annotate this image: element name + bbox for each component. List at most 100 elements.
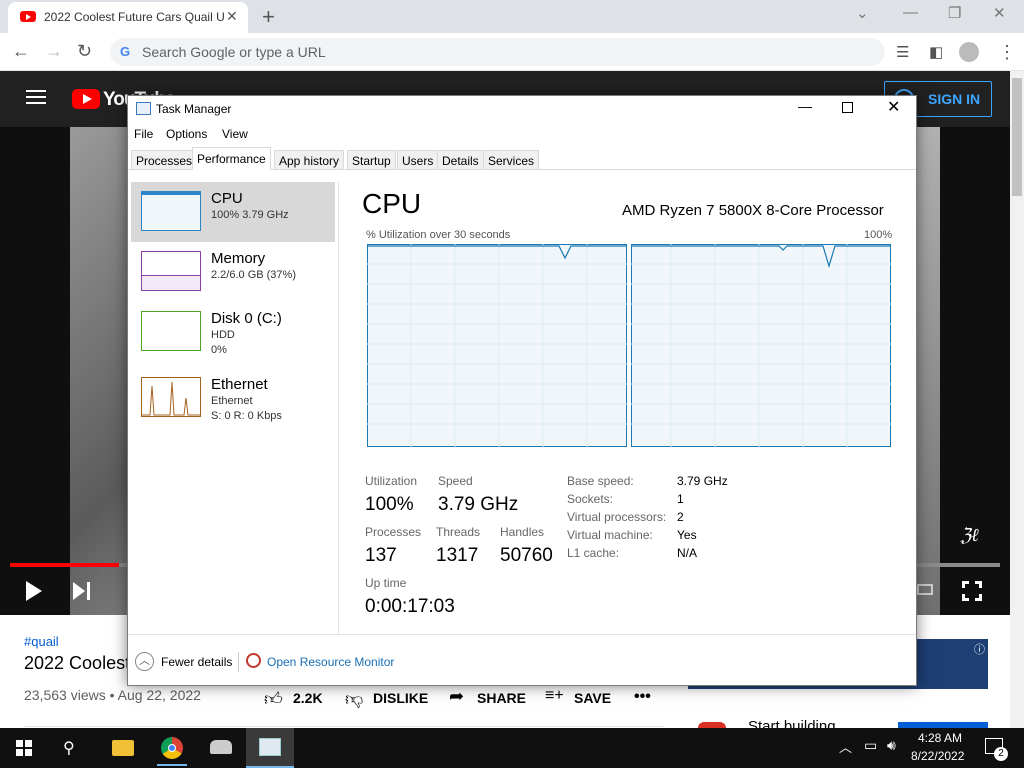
notification-count-badge: 2 [994, 747, 1008, 761]
save-icon[interactable]: ≡+ [545, 687, 564, 705]
disk-mini-graph [141, 311, 201, 351]
spec-label-virtual-processors: Virtual processors: [567, 510, 667, 524]
spec-value-sockets: 1 [677, 492, 684, 506]
footer-separator [238, 652, 239, 672]
next-bar-icon [87, 582, 90, 600]
show-hidden-icons-icon[interactable]: ︿ [839, 737, 852, 756]
close-tab-icon[interactable]: ✕ [226, 8, 238, 25]
omnibox[interactable]: Search Google or type a URL [110, 38, 885, 66]
spec-label-virtual-machine: Virtual machine: [567, 528, 653, 542]
resource-monitor-icon [246, 653, 261, 668]
forward-icon[interactable]: → [45, 41, 63, 62]
menu-file[interactable]: File [134, 127, 153, 141]
ethernet-mini-graph [141, 377, 201, 417]
hamburger-menu-icon[interactable] [26, 90, 46, 92]
tab-search-icon[interactable]: ⌄ [856, 4, 869, 22]
tm-close-icon[interactable]: ✕ [887, 97, 900, 117]
menu-view[interactable]: View [222, 127, 248, 141]
ad-info-icon[interactable]: ⓘ [974, 641, 985, 657]
like-icon[interactable]: 👍︎ [264, 688, 283, 710]
cpu-item-sub: 100% 3.79 GHz [211, 209, 289, 221]
chrome-menu-icon[interactable]: ⋮ [998, 42, 1016, 63]
tab-services[interactable]: Services [483, 150, 540, 170]
ethernet-item-sub2: S: 0 R: 0 Kbps [211, 410, 282, 422]
chrome-center-icon [168, 744, 176, 752]
car-app-icon[interactable] [210, 740, 232, 754]
ethernet-item-title: Ethernet [211, 376, 268, 393]
footer-divider [128, 634, 916, 635]
close-window-icon[interactable]: ✕ [993, 4, 1006, 22]
more-actions-icon[interactable]: ••• [634, 688, 651, 706]
graph-max-label: 100% [864, 229, 893, 241]
channel-watermark-icon: ℨℓ [960, 525, 979, 546]
start-windows-icon[interactable] [16, 740, 32, 756]
disk-item-sub1: HDD [211, 329, 235, 341]
uptime-value: 0:00:17:03 [365, 596, 455, 617]
dislike-button[interactable]: DISLIKE [373, 690, 428, 706]
processes-value: 137 [365, 545, 397, 566]
spec-value-l1-cache: N/A [677, 546, 698, 560]
tab-processes[interactable]: Processes [131, 150, 198, 170]
theater-mode-icon[interactable] [917, 584, 933, 595]
fewer-details-link[interactable]: Fewer details [161, 655, 232, 669]
profile-avatar-icon[interactable] [959, 42, 979, 62]
clock-date[interactable]: 8/22/2022 [911, 749, 964, 763]
like-count[interactable]: 2.2K [293, 690, 323, 706]
google-icon: G [120, 44, 131, 59]
pane-divider [338, 182, 339, 634]
spec-value-base-speed: 3.79 GHz [677, 474, 728, 488]
browser-tab[interactable]: 2022 Coolest Future Cars Quail U [8, 2, 248, 33]
tab-title: 2022 Coolest Future Cars Quail U [44, 10, 225, 24]
clock-time[interactable]: 4:28 AM [917, 731, 963, 745]
cpu-mini-graph [141, 191, 201, 231]
menu-options[interactable]: Options [166, 127, 207, 141]
reload-icon[interactable]: ↻ [77, 41, 92, 62]
next-video-icon[interactable] [73, 582, 85, 600]
graph-label: % Utilization over 30 seconds [366, 229, 511, 241]
save-button[interactable]: SAVE [574, 690, 611, 706]
back-icon[interactable]: ← [12, 41, 30, 62]
utilization-label: Utilization [365, 474, 418, 488]
processor-name: AMD Ryzen 7 5800X 8-Core Processor [622, 202, 884, 219]
chevron-up-icon[interactable]: ︿ [135, 652, 154, 671]
share-button[interactable]: SHARE [477, 690, 526, 706]
spec-label-sockets: Sockets: [567, 492, 614, 506]
uptime-label: Up time [365, 576, 407, 590]
media-control-icon[interactable]: ☰ [896, 43, 909, 61]
restore-icon[interactable]: ❐ [948, 4, 961, 22]
network-icon[interactable]: ▭ [864, 737, 877, 754]
tab-details[interactable]: Details [437, 150, 484, 170]
tm-minimize-icon[interactable]: — [798, 98, 812, 114]
ad-title[interactable]: Start building [748, 718, 836, 728]
file-explorer-icon[interactable] [112, 740, 134, 756]
threads-label: Threads [436, 525, 481, 539]
youtube-play-glyph-icon [83, 94, 92, 104]
tab-users[interactable]: Users [397, 150, 439, 170]
tab-startup[interactable]: Startup [347, 150, 396, 170]
ethernet-item-sub1: Ethernet [211, 395, 253, 407]
open-resource-monitor-link[interactable]: Open Resource Monitor [267, 655, 394, 669]
volume-icon[interactable]: 🔊︎ [887, 737, 896, 754]
video-meta: 23,563 views • Aug 22, 2022 [24, 687, 201, 703]
scrollbar-thumb[interactable] [1012, 78, 1022, 196]
processes-label: Processes [365, 525, 422, 539]
minimize-icon[interactable]: — [903, 4, 918, 21]
new-tab-button[interactable]: + [262, 4, 275, 30]
hashtag-link[interactable]: #quail [24, 634, 59, 649]
search-icon[interactable]: ⚲ [63, 738, 75, 758]
tm-maximize-icon[interactable] [842, 102, 853, 113]
share-icon[interactable]: ➦ [449, 686, 464, 707]
threads-value: 1317 [436, 545, 479, 566]
speed-value: 3.79 GHz [438, 494, 519, 515]
cpu-item-title: CPU [211, 190, 243, 207]
task-manager-icon [136, 102, 151, 115]
handles-label: Handles [500, 525, 545, 539]
side-panel-icon[interactable]: ◧ [929, 43, 943, 61]
dislike-icon[interactable]: 👎︎ [345, 688, 363, 710]
memory-item-sub: 2.2/6.0 GB (37%) [211, 269, 296, 281]
utilization-value: 100% [365, 494, 414, 515]
play-icon[interactable] [26, 581, 42, 601]
tab-app-history[interactable]: App history [274, 150, 345, 170]
tab-performance[interactable]: Performance [192, 147, 271, 170]
video-title: 2022 Coolest [24, 653, 131, 673]
